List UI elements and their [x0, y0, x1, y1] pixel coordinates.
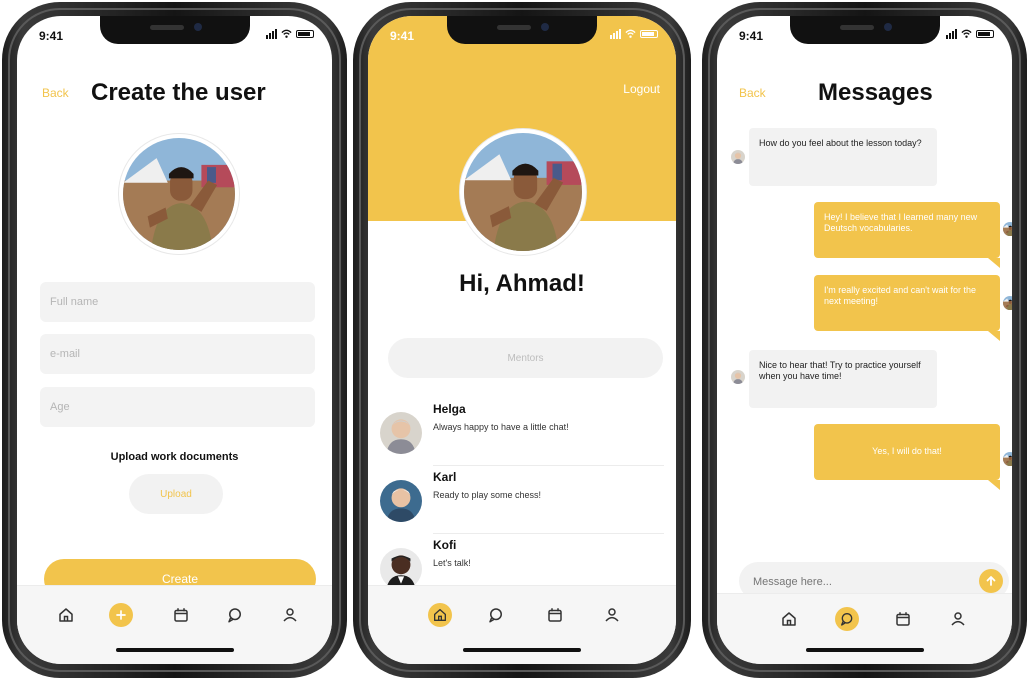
home-icon[interactable] — [428, 603, 452, 627]
mentor-message: Let's talk! — [433, 558, 471, 568]
notch — [789, 16, 940, 44]
mentor-avatar — [731, 150, 745, 164]
mentor-avatar — [731, 370, 745, 384]
signal-icon — [610, 28, 621, 39]
notch — [447, 16, 597, 44]
mentor-name: Karl — [433, 470, 457, 484]
profile-screen: 9:41 Logout Hi, Ahmad! Mentors Helga Alw… — [368, 16, 676, 664]
full-name-field[interactable] — [40, 282, 315, 322]
wifi-icon — [625, 29, 636, 38]
mentor-avatar — [380, 412, 422, 454]
battery-icon — [296, 29, 314, 38]
create-user-screen: 9:41 Back Create the user Upload work do… — [17, 16, 332, 664]
mentor-item-karl[interactable]: Karl Ready to play some chess! — [380, 468, 664, 534]
age-field[interactable] — [40, 387, 315, 427]
calendar-icon[interactable] — [170, 604, 192, 626]
page-title: Messages — [818, 79, 933, 106]
divider — [433, 533, 664, 534]
message-bubble-outgoing: Yes, I will do that! — [814, 424, 1000, 490]
signal-icon — [266, 28, 277, 39]
profile-icon[interactable] — [279, 604, 301, 626]
status-time: 9:41 — [39, 29, 64, 43]
home-indicator — [805, 648, 924, 652]
chat-icon[interactable] — [835, 607, 859, 631]
chat-icon[interactable] — [224, 604, 246, 626]
messages-screen: 9:41 Back Messages How do you feel about… — [717, 16, 1012, 664]
tab-bar — [717, 593, 1012, 664]
home-icon[interactable] — [55, 604, 77, 626]
message-bubble-outgoing: I'm really excited and can't wait for th… — [814, 275, 1000, 341]
mentor-name: Kofi — [433, 538, 457, 552]
wifi-icon — [281, 29, 292, 38]
logout-link[interactable]: Logout — [623, 82, 660, 96]
wifi-icon — [961, 29, 972, 38]
plus-icon[interactable] — [109, 603, 133, 627]
user-mini-avatar — [1003, 452, 1012, 466]
status-time: 9:41 — [739, 29, 764, 43]
arrow-up-icon — [986, 576, 996, 586]
status-time: 9:41 — [390, 29, 415, 43]
divider — [433, 465, 664, 466]
message-bubble-incoming: Nice to hear that! Try to practice yours… — [749, 350, 937, 408]
phone-create-user: 9:41 Back Create the user Upload work do… — [2, 2, 347, 678]
home-icon[interactable] — [778, 608, 800, 630]
page-title: Create the user — [91, 79, 266, 106]
email-field[interactable] — [40, 334, 315, 374]
status-icons — [610, 28, 658, 39]
greeting: Hi, Ahmad! — [459, 270, 585, 297]
upload-heading: Upload work documents — [110, 451, 239, 463]
back-link[interactable]: Back — [42, 86, 69, 100]
profile-icon[interactable] — [947, 608, 969, 630]
status-icons — [946, 28, 994, 39]
mentor-avatar — [380, 548, 422, 590]
message-bubble-incoming: How do you feel about the lesson today? — [749, 128, 937, 186]
mentor-message: Always happy to have a little chat! — [433, 422, 569, 432]
user-avatar[interactable] — [119, 134, 239, 254]
message-bubble-outgoing: Hey! I believe that I learned many new D… — [814, 202, 1000, 268]
upload-button[interactable]: Upload — [129, 474, 223, 514]
home-indicator — [115, 648, 234, 652]
status-icons — [266, 28, 314, 39]
user-mini-avatar — [1003, 296, 1012, 310]
phone-profile: 9:41 Logout Hi, Ahmad! Mentors Helga Alw… — [353, 2, 691, 678]
calendar-icon[interactable] — [892, 608, 914, 630]
mentor-item-helga[interactable]: Helga Always happy to have a little chat… — [380, 400, 664, 466]
mentor-name: Helga — [433, 402, 466, 416]
home-indicator — [463, 648, 581, 652]
profile-icon[interactable] — [601, 604, 623, 626]
tab-mentors[interactable]: Mentors — [388, 338, 663, 378]
tab-bar — [17, 585, 332, 664]
phone-messages: 9:41 Back Messages How do you feel about… — [702, 2, 1027, 678]
send-button[interactable] — [979, 569, 1003, 593]
chat-icon[interactable] — [485, 604, 507, 626]
user-mini-avatar — [1003, 222, 1012, 236]
notch — [99, 16, 250, 44]
calendar-icon[interactable] — [544, 604, 566, 626]
back-link[interactable]: Back — [739, 86, 766, 100]
mentor-avatar — [380, 480, 422, 522]
mentor-message: Ready to play some chess! — [433, 490, 542, 500]
tab-bar — [368, 585, 676, 664]
signal-icon — [946, 28, 957, 39]
user-avatar[interactable] — [460, 129, 586, 255]
battery-icon — [976, 29, 994, 38]
battery-icon — [640, 29, 658, 38]
